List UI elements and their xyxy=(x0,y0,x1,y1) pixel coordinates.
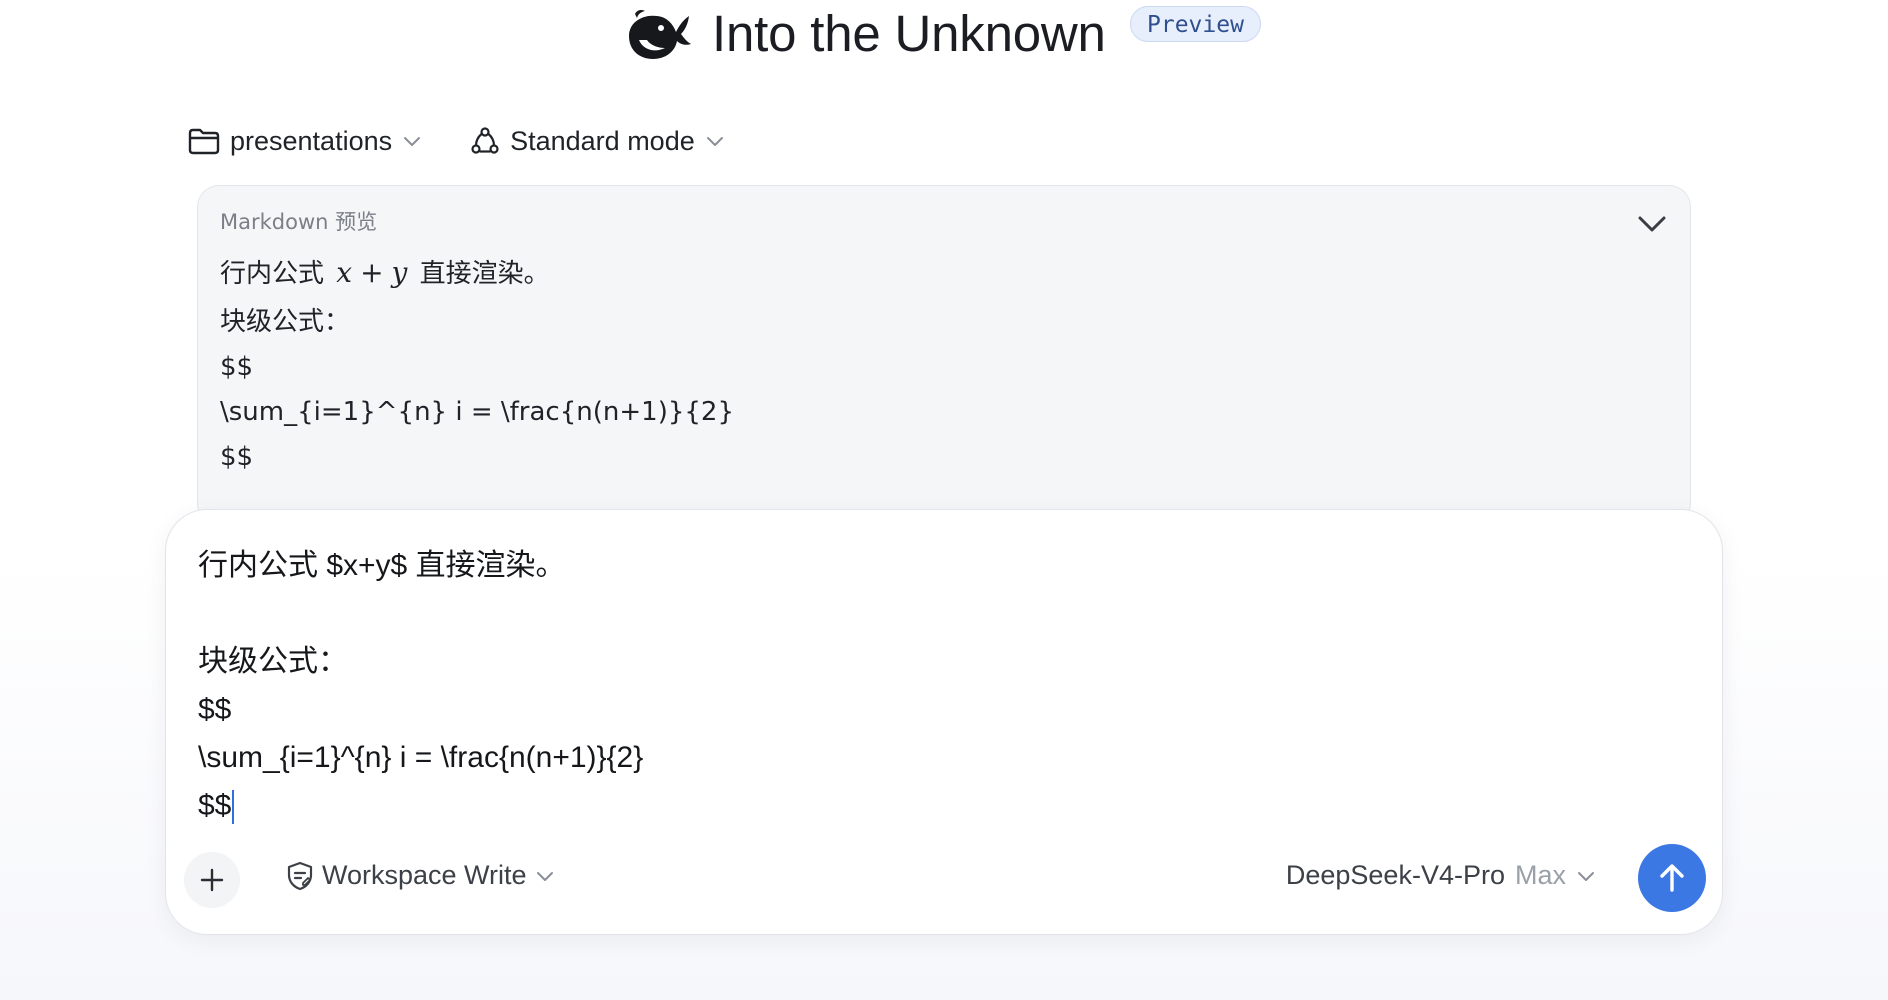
math-var-y: y xyxy=(391,256,408,289)
preview-line: \sum_{i=1}^{n} i = \frac{n(n+1)}{2} xyxy=(220,397,735,427)
permission-selector[interactable]: Workspace Write xyxy=(286,860,555,891)
input-line: 块级公式： xyxy=(198,645,348,678)
app-header: Into the Unknown Preview xyxy=(0,0,1888,80)
input-line: $$ xyxy=(198,693,232,726)
preview-line: $$ xyxy=(220,442,254,472)
app-title: Into the Unknown xyxy=(712,5,1106,62)
permission-label: Workspace Write xyxy=(322,860,527,890)
preview-badge: Preview xyxy=(1130,6,1261,42)
message-input[interactable]: 行内公式 $x+y$ 直接渲染。 块级公式： $$ \sum_{i=1}^{n}… xyxy=(198,542,1678,842)
preview-line: $$ xyxy=(220,352,254,382)
model-selector[interactable]: DeepSeek-V4-Pro Max xyxy=(1286,860,1596,891)
folder-icon xyxy=(188,128,220,155)
inline-math: x + y xyxy=(336,256,407,289)
chevron-down-icon xyxy=(706,137,723,146)
math-var-x: x xyxy=(336,256,353,289)
nodes-cycle-icon xyxy=(471,127,499,154)
folder-selector[interactable]: presentations xyxy=(188,126,422,157)
plus-icon xyxy=(200,868,224,892)
collapse-preview-button[interactable] xyxy=(1632,204,1672,244)
session-toolbar: presentations Standard mode xyxy=(188,118,725,164)
text-caret xyxy=(232,790,235,825)
chevron-down-icon xyxy=(1578,871,1594,881)
folder-label: presentations xyxy=(230,125,393,156)
input-line-last: $$ xyxy=(198,782,1678,830)
preview-line: 块级公式： xyxy=(220,307,351,337)
mode-label: Standard mode xyxy=(510,125,695,156)
model-name: DeepSeek-V4-Pro xyxy=(1285,860,1505,890)
input-line: \sum_{i=1}^{n} i = \frac{n(n+1)}{2} xyxy=(198,741,644,774)
inline-text-after: 直接渲染。 xyxy=(419,259,550,289)
whale-logo-icon xyxy=(629,10,691,59)
markdown-preview-panel: Markdown 预览 行内公式 x + y 直接渲染。 块级公式： $$ \sum… xyxy=(197,185,1691,525)
model-tier: Max xyxy=(1514,860,1566,890)
chevron-down-icon xyxy=(536,871,553,881)
send-button[interactable] xyxy=(1638,844,1706,912)
preview-content: 行内公式 x + y 直接渲染。 块级公式： $$ \sum_{i=1}^{n} i… xyxy=(220,246,1640,480)
message-composer: 行内公式 $x+y$ 直接渲染。 块级公式： $$ \sum_{i=1}^{n}… xyxy=(165,509,1723,935)
inline-text-before: 行内公式 xyxy=(220,259,325,289)
input-line xyxy=(198,590,1678,638)
arrow-up-icon xyxy=(1660,864,1684,892)
preview-label: Markdown 预览 xyxy=(220,210,378,234)
mode-selector[interactable]: Standard mode xyxy=(470,126,725,157)
math-operator: + xyxy=(360,256,384,289)
attach-button[interactable] xyxy=(184,852,240,908)
preview-inline-line: 行内公式 x + y 直接渲染。 xyxy=(220,246,1640,300)
input-line: 行内公式 $x+y$ 直接渲染。 xyxy=(198,549,566,582)
chevron-down-icon xyxy=(404,137,421,146)
composer-controls: Workspace Write DeepSeek-V4-Pro Max xyxy=(184,844,1706,918)
chevron-down-icon xyxy=(1638,216,1666,232)
input-line-text: $$ xyxy=(198,789,232,822)
shield-edit-icon xyxy=(287,861,313,890)
